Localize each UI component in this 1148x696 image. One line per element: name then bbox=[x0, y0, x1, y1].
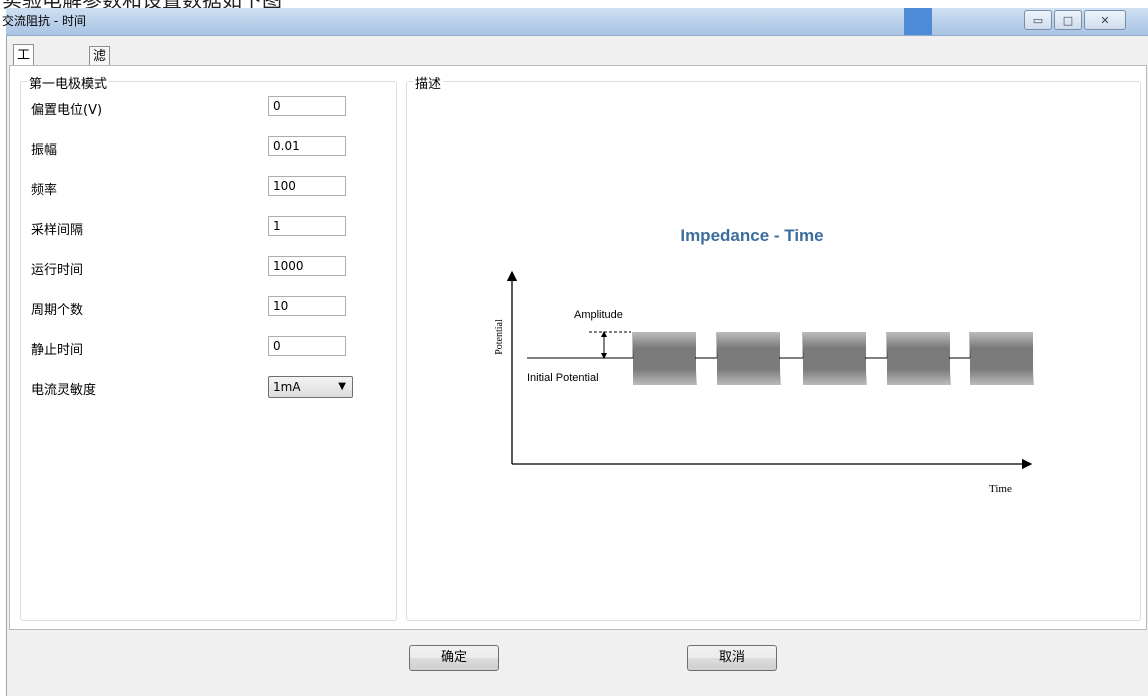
diagram-title: Impedance - Time bbox=[680, 226, 823, 245]
param-row-sample-interval: 采样间隔 bbox=[31, 216, 366, 240]
param-row-bias-potential: 偏置电位(V) bbox=[31, 96, 366, 120]
waveform bbox=[527, 331, 1034, 386]
initial-potential-label: Initial Potential bbox=[527, 372, 599, 384]
bias-potential-input[interactable] bbox=[268, 96, 346, 116]
x-axis-label: Time bbox=[989, 483, 1012, 495]
amplitude-label: 振幅 bbox=[31, 143, 58, 158]
window-controls: ▭ □ ✕ bbox=[1024, 10, 1128, 30]
minimize-button[interactable]: ▭ bbox=[1024, 10, 1052, 30]
frequency-input[interactable] bbox=[268, 176, 346, 196]
param-row-frequency: 频率 bbox=[31, 176, 366, 200]
titlebar-highlight bbox=[904, 8, 932, 35]
sine-burst bbox=[969, 331, 1034, 386]
dialog-window: 交流阻抗 - 时间 ▭ □ ✕ 工作电极 滤波器 第一电极模式 偏置电位(V) … bbox=[2, 8, 1148, 696]
ok-button[interactable]: 确定 bbox=[409, 645, 499, 671]
current-sensitivity-select[interactable]: 1mA ▼ bbox=[268, 376, 353, 398]
param-row-run-time: 运行时间 bbox=[31, 256, 366, 280]
amplitude-input[interactable] bbox=[268, 136, 346, 156]
current-sensitivity-label: 电流灵敏度 bbox=[31, 383, 97, 398]
quiet-time-input[interactable] bbox=[268, 336, 346, 356]
window-title: 交流阻抗 - 时间 bbox=[2, 14, 86, 28]
param-row-quiet-time: 静止时间 bbox=[31, 336, 366, 360]
sample-interval-label: 采样间隔 bbox=[31, 223, 84, 238]
sine-burst bbox=[632, 331, 697, 386]
first-electrode-mode-group: 第一电极模式 偏置电位(V) 振幅 频率 采样间隔 bbox=[20, 73, 397, 621]
bias-potential-label: 偏置电位(V) bbox=[31, 103, 103, 118]
close-button[interactable]: ✕ bbox=[1084, 10, 1126, 30]
tab-filter[interactable]: 滤波器 bbox=[89, 46, 111, 102]
cycle-count-label: 周期个数 bbox=[31, 303, 84, 318]
frequency-label: 频率 bbox=[31, 183, 58, 198]
quiet-time-label: 静止时间 bbox=[31, 343, 84, 358]
sine-burst bbox=[716, 331, 781, 386]
run-time-input[interactable] bbox=[268, 256, 346, 276]
cycle-count-input[interactable] bbox=[268, 296, 346, 316]
title-bar: 交流阻抗 - 时间 ▭ □ ✕ bbox=[2, 8, 1148, 36]
param-row-cycle-count: 周期个数 bbox=[31, 296, 366, 320]
sine-burst bbox=[802, 331, 867, 386]
param-row-current-sensitivity: 电流灵敏度 1mA ▼ bbox=[31, 376, 366, 400]
description-group: 描述 Impedance - Time Potential Time Ampli… bbox=[406, 73, 1141, 621]
tab-working-electrode[interactable]: 工作电极 bbox=[13, 44, 35, 126]
tab-panel: 第一电极模式 偏置电位(V) 振幅 频率 采样间隔 bbox=[9, 65, 1147, 630]
maximize-button[interactable]: □ bbox=[1054, 10, 1082, 30]
chevron-down-icon: ▼ bbox=[338, 381, 346, 392]
sine-burst bbox=[886, 331, 951, 386]
amplitude-label: Amplitude bbox=[574, 309, 623, 321]
param-row-amplitude: 振幅 bbox=[31, 136, 366, 160]
group-title-electrode-mode: 第一电极模式 bbox=[27, 73, 110, 92]
cancel-button[interactable]: 取消 bbox=[687, 645, 777, 671]
y-axis-label: Potential bbox=[494, 319, 505, 355]
impedance-time-diagram: Impedance - Time Potential Time Amplitud… bbox=[494, 226, 1034, 495]
sample-interval-input[interactable] bbox=[268, 216, 346, 236]
dialog-client-area: 工作电极 滤波器 第一电极模式 偏置电位(V) 振幅 频率 bbox=[6, 36, 1148, 696]
run-time-label: 运行时间 bbox=[31, 263, 84, 278]
current-sensitivity-value: 1mA bbox=[273, 380, 301, 394]
